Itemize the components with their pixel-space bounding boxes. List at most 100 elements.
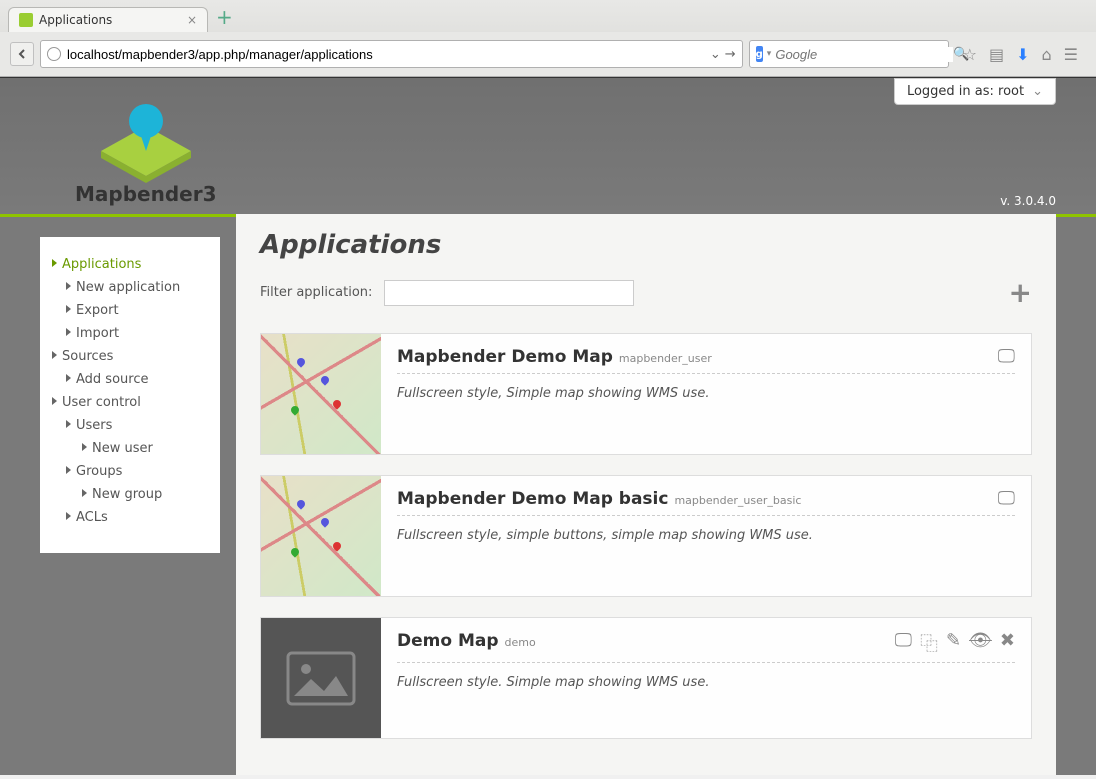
- application-card: Demo Map demo 🖵 ⿻ ✎ 👁 ✖ Fullscreen style. Simpl…: [260, 617, 1032, 739]
- sidebar-item-label: Sources: [62, 349, 113, 364]
- pencil-icon[interactable]: ✎: [946, 630, 961, 656]
- url-dropdown-icon[interactable]: ⌄: [706, 47, 725, 62]
- caret-icon: [82, 489, 87, 497]
- logo[interactable]: Mapbender3: [75, 96, 217, 206]
- bookmark-icon[interactable]: ☆: [963, 45, 977, 64]
- sidebar-item-label: Add source: [76, 372, 148, 387]
- application-title-row: Mapbender Demo Map mapbender_user 🖵: [397, 346, 1015, 374]
- main-content: Applications Filter application: + Mapbe…: [236, 214, 1056, 775]
- sidebar-item-new-group[interactable]: New group: [48, 483, 212, 506]
- application-title-row: Mapbender Demo Map basic mapbender_user_b…: [397, 488, 1015, 516]
- monitor-icon[interactable]: 🖵: [998, 346, 1015, 367]
- app-header: Logged in as: root ⌄ Mapbender3 v. 3.0.4…: [0, 77, 1096, 217]
- tab-close-icon[interactable]: ×: [187, 13, 197, 27]
- application-slug: demo: [505, 636, 536, 649]
- browser-chrome: Applications × + ⌄ → g ▾ 🔍 ☆ ▤ ⬇ ⌂ ☰: [0, 0, 1096, 77]
- page-body: Applications New application Export Import S…: [0, 217, 1096, 775]
- application-slug: mapbender_user_basic: [674, 494, 801, 507]
- caret-icon: [66, 282, 71, 290]
- application-body: Mapbender Demo Map basic mapbender_user_b…: [381, 476, 1031, 596]
- caret-icon: [66, 374, 71, 382]
- copy-icon[interactable]: ⿻: [920, 630, 938, 656]
- application-card: Mapbender Demo Map mapbender_user 🖵 Fullscr…: [260, 333, 1032, 455]
- login-text: Logged in as: root: [907, 84, 1024, 99]
- sidebar-item-export[interactable]: Export: [48, 299, 212, 322]
- application-actions: 🖵: [998, 346, 1015, 367]
- caret-icon: [52, 351, 57, 359]
- url-input-box[interactable]: ⌄ →: [40, 40, 743, 68]
- sidebar-item-label: Export: [76, 303, 119, 318]
- sidebar-item-label: Groups: [76, 464, 122, 479]
- monitor-icon[interactable]: 🖵: [895, 630, 912, 656]
- application-body: Mapbender Demo Map mapbender_user 🖵 Fullscr…: [381, 334, 1031, 454]
- address-bar: ⌄ → g ▾ 🔍 ☆ ▤ ⬇ ⌂ ☰: [0, 32, 1096, 76]
- page-heading: Applications: [260, 230, 1032, 260]
- search-engine-icon: g: [756, 46, 763, 62]
- sidebar-item-new-user[interactable]: New user: [48, 437, 212, 460]
- application-actions: 🖵: [998, 488, 1015, 509]
- sidebar-item-groups[interactable]: Groups: [48, 460, 212, 483]
- caret-icon: [66, 466, 71, 474]
- new-tab-button[interactable]: +: [216, 7, 233, 32]
- download-icon[interactable]: ⬇: [1016, 45, 1029, 64]
- sidebar-item-label: Import: [76, 326, 119, 341]
- sidebar-item-applications[interactable]: Applications: [48, 253, 212, 276]
- application-thumbnail-placeholder: [261, 618, 381, 738]
- caret-icon: [52, 259, 57, 267]
- go-icon[interactable]: →: [725, 47, 736, 62]
- sidebar-item-label: ACLs: [76, 510, 108, 525]
- monitor-icon[interactable]: 🖵: [998, 488, 1015, 509]
- application-title-row: Demo Map demo 🖵 ⿻ ✎ 👁 ✖: [397, 630, 1015, 663]
- sidebar-item-add-source[interactable]: Add source: [48, 368, 212, 391]
- application-slug: mapbender_user: [619, 352, 712, 365]
- sidebar-item-users[interactable]: Users: [48, 414, 212, 437]
- delete-icon[interactable]: ✖: [1000, 630, 1015, 656]
- favicon-icon: [19, 13, 33, 27]
- application-title[interactable]: Mapbender Demo Map: [397, 347, 613, 367]
- reader-icon[interactable]: ▤: [989, 45, 1004, 64]
- caret-icon: [66, 328, 71, 336]
- caret-icon: [66, 512, 71, 520]
- sidebar-item-label: New application: [76, 280, 180, 295]
- sidebar-item-new-application[interactable]: New application: [48, 276, 212, 299]
- url-input[interactable]: [67, 47, 706, 62]
- sidebar-item-acls[interactable]: ACLs: [48, 506, 212, 529]
- filter-row: Filter application: +: [260, 276, 1032, 309]
- sidebar-item-label: Users: [76, 418, 112, 433]
- sidebar-item-user-control[interactable]: User control: [48, 391, 212, 414]
- caret-icon: [82, 443, 87, 451]
- caret-icon: [66, 420, 71, 428]
- search-dropdown-icon[interactable]: ▾: [767, 49, 772, 59]
- search-input[interactable]: [775, 47, 953, 62]
- sidebar-item-label: New group: [92, 487, 162, 502]
- application-title[interactable]: Demo Map: [397, 631, 499, 651]
- browser-tab[interactable]: Applications ×: [8, 7, 208, 32]
- application-thumbnail-map: [261, 334, 381, 454]
- caret-icon: [66, 305, 71, 313]
- brand-name: Mapbender3: [75, 182, 217, 206]
- sidebar-item-label: Applications: [62, 257, 141, 272]
- menu-icon[interactable]: ☰: [1064, 45, 1078, 64]
- logo-icon: [81, 96, 211, 186]
- add-application-button[interactable]: +: [1009, 276, 1032, 309]
- application-actions: 🖵 ⿻ ✎ 👁 ✖: [895, 630, 1015, 656]
- search-box[interactable]: g ▾ 🔍: [749, 40, 949, 68]
- caret-icon: [52, 397, 57, 405]
- filter-label: Filter application:: [260, 285, 372, 300]
- back-button[interactable]: [10, 42, 34, 66]
- sidebar-item-label: New user: [92, 441, 153, 456]
- application-description: Fullscreen style, Simple map showing WMS…: [397, 386, 1015, 401]
- home-icon[interactable]: ⌂: [1042, 45, 1052, 64]
- version-label: v. 3.0.4.0: [1000, 194, 1056, 208]
- filter-input[interactable]: [384, 280, 634, 306]
- application-card: Mapbender Demo Map basic mapbender_user_b…: [260, 475, 1032, 597]
- application-title[interactable]: Mapbender Demo Map basic: [397, 489, 668, 509]
- application-description: Fullscreen style. Simple map showing WMS…: [397, 675, 1015, 690]
- sidebar-item-import[interactable]: Import: [48, 322, 212, 345]
- login-info[interactable]: Logged in as: root ⌄: [894, 78, 1056, 105]
- sidebar-item-sources[interactable]: Sources: [48, 345, 212, 368]
- application-description: Fullscreen style, simple buttons, simple…: [397, 528, 1015, 543]
- eye-icon[interactable]: 👁: [969, 630, 992, 656]
- tab-strip: Applications × +: [0, 0, 1096, 32]
- application-thumbnail-map: [261, 476, 381, 596]
